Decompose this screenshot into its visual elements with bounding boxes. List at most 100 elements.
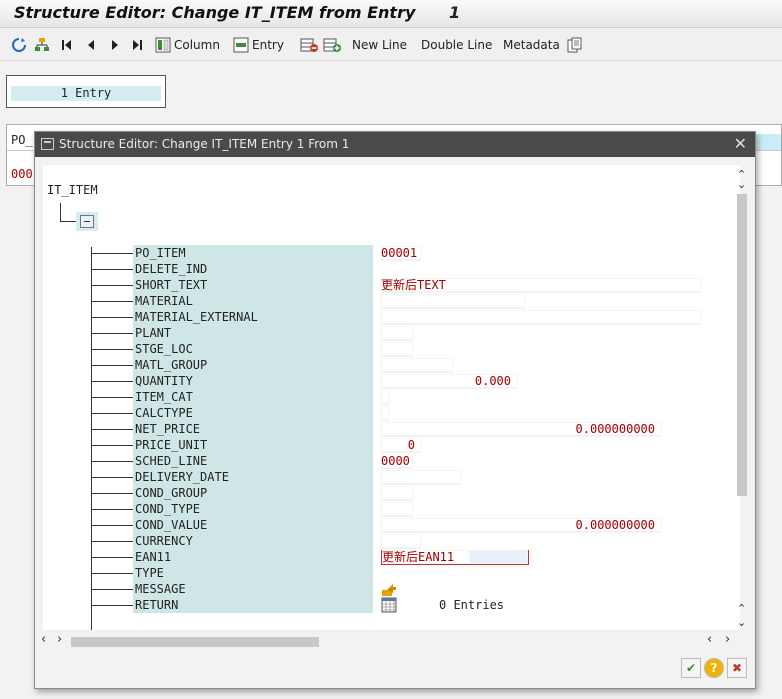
field-name: MESSAGE bbox=[133, 581, 373, 597]
field-value-input[interactable] bbox=[381, 294, 525, 309]
hierarchy-icon[interactable] bbox=[34, 35, 50, 55]
tree-content: IT_ITEM PO_ITEM 00001 DELETE_IND SHORT_TEXT… bbox=[43, 165, 740, 630]
scroll-up-icon[interactable]: ⌃ bbox=[737, 602, 746, 615]
cancel-icon[interactable]: ✖ bbox=[727, 658, 747, 678]
tree-connector bbox=[91, 525, 133, 526]
horizontal-scroll-thumb[interactable] bbox=[71, 637, 319, 647]
copy-icon[interactable] bbox=[567, 35, 583, 55]
field-value-input[interactable] bbox=[381, 486, 413, 501]
field-value-input[interactable] bbox=[381, 390, 389, 405]
tree-connector bbox=[91, 461, 133, 462]
field-name: CALCTYPE bbox=[133, 405, 373, 421]
field-name: PLANT bbox=[133, 325, 373, 341]
scroll-right-icon[interactable]: › bbox=[57, 632, 62, 647]
field-row: NET_PRICE 0.000000000 bbox=[43, 421, 740, 437]
structure-editor-dialog: Structure Editor: Change IT_ITEM Entry 1… bbox=[34, 131, 756, 689]
field-name: DELIVERY_DATE bbox=[133, 469, 373, 485]
tree-connector bbox=[91, 493, 133, 494]
scroll-down-icon[interactable]: ⌄ bbox=[737, 616, 746, 629]
scroll-thumb[interactable] bbox=[737, 194, 747, 496]
scroll-right-icon[interactable]: › bbox=[725, 632, 730, 647]
return-entries: 0 Entries bbox=[439, 598, 505, 612]
tree-connector bbox=[91, 589, 133, 590]
field-value-input[interactable]: 0 bbox=[381, 438, 421, 453]
field-row: COND_GROUP bbox=[43, 485, 740, 501]
double-line-button[interactable]: Double Line bbox=[421, 35, 492, 55]
field-value-input[interactable]: 00001 bbox=[381, 246, 421, 261]
field-value-input[interactable]: 0.000000000 bbox=[381, 422, 661, 437]
entry-count-field: 1 Entry bbox=[11, 86, 161, 101]
field-row: PLANT bbox=[43, 325, 740, 341]
close-icon[interactable]: ✕ bbox=[734, 134, 747, 153]
tree-connector bbox=[91, 541, 133, 542]
add-row-icon[interactable] bbox=[323, 35, 341, 55]
field-value-input[interactable]: 0000 bbox=[381, 454, 413, 469]
field-value-input[interactable] bbox=[381, 326, 413, 341]
field-value-input[interactable] bbox=[381, 406, 389, 421]
field-row: MESSAGE bbox=[43, 581, 740, 597]
field-name: NET_PRICE bbox=[133, 421, 373, 437]
dialog-buttons: ✔ ? ✖ bbox=[681, 658, 747, 678]
table-icon[interactable] bbox=[381, 597, 397, 616]
last-icon[interactable] bbox=[130, 35, 144, 55]
field-name: SHORT_TEXT bbox=[133, 277, 373, 293]
field-row: SCHED_LINE 0000 bbox=[43, 453, 740, 469]
scroll-left-icon[interactable]: ‹ bbox=[41, 632, 46, 647]
tree-connector bbox=[91, 509, 133, 510]
field-value-input[interactable]: 更新后TEXT bbox=[381, 278, 701, 293]
field-row: DELIVERY_DATE bbox=[43, 469, 740, 485]
scroll-down-icon[interactable]: ⌄ bbox=[737, 178, 746, 191]
tree-connector bbox=[60, 203, 61, 221]
field-row: TYPE bbox=[43, 565, 740, 581]
help-icon[interactable]: ? bbox=[704, 658, 724, 678]
field-row: COND_VALUE 0.000000000 bbox=[43, 517, 740, 533]
field-row: MATERIAL_EXTERNAL bbox=[43, 309, 740, 325]
field-value-input[interactable] bbox=[381, 310, 701, 325]
field-row: CALCTYPE bbox=[43, 405, 740, 421]
table-cell: 000 bbox=[11, 167, 33, 181]
field-value-input[interactable] bbox=[381, 470, 461, 485]
tree-connector bbox=[91, 397, 133, 398]
delete-row-icon[interactable] bbox=[300, 35, 318, 55]
field-name: STGE_LOC bbox=[133, 341, 373, 357]
dialog-title-bar[interactable]: Structure Editor: Change IT_ITEM Entry 1… bbox=[35, 132, 755, 157]
metadata-button[interactable]: Metadata bbox=[503, 35, 560, 55]
field-value-input[interactable] bbox=[381, 358, 453, 373]
new-line-button[interactable]: New Line bbox=[352, 35, 407, 55]
field-value-input[interactable] bbox=[381, 534, 421, 549]
column-label: Column bbox=[174, 38, 220, 52]
tree-connector bbox=[91, 349, 133, 350]
field-name: COND_GROUP bbox=[133, 485, 373, 501]
folder-icon[interactable] bbox=[80, 215, 94, 228]
field-name: PO_ITEM bbox=[133, 245, 373, 261]
field-row: RETURN 0 Entries bbox=[43, 597, 740, 613]
field-name: TYPE bbox=[133, 565, 373, 581]
first-icon[interactable] bbox=[60, 35, 74, 55]
field-value-input[interactable] bbox=[381, 502, 413, 517]
field-value-input[interactable]: 0.000000000 bbox=[381, 518, 661, 533]
scroll-left-icon[interactable]: ‹ bbox=[707, 632, 712, 647]
tree-connector bbox=[91, 605, 133, 606]
field-row: ITEM_CAT bbox=[43, 389, 740, 405]
entry-button[interactable]: Entry bbox=[233, 35, 284, 55]
field-row: MATERIAL bbox=[43, 293, 740, 309]
previous-icon[interactable] bbox=[84, 35, 98, 55]
field-value-input[interactable] bbox=[381, 342, 413, 357]
field-row: COND_TYPE bbox=[43, 501, 740, 517]
next-icon[interactable] bbox=[108, 35, 122, 55]
vertical-scrollbar[interactable]: ⌃ ⌄ ⌃ ⌄ bbox=[735, 168, 749, 632]
field-name: MATERIAL bbox=[133, 293, 373, 309]
field-name: PRICE_UNIT bbox=[133, 437, 373, 453]
column-button[interactable]: Column bbox=[155, 35, 220, 55]
field-value-input[interactable]: 0.000 bbox=[381, 374, 517, 389]
window-title: Structure Editor: Change IT_ITEM from En… bbox=[14, 3, 416, 22]
tree-connector bbox=[91, 317, 133, 318]
field-row: SHORT_TEXT 更新后TEXT bbox=[43, 277, 740, 293]
field-row: CURRENCY bbox=[43, 533, 740, 549]
column-header: PO_ bbox=[11, 133, 33, 147]
refresh-icon[interactable] bbox=[11, 35, 27, 55]
field-row: QUANTITY 0.000 bbox=[43, 373, 740, 389]
entry-label: Entry bbox=[252, 38, 284, 52]
confirm-icon[interactable]: ✔ bbox=[681, 658, 701, 678]
field-value-input[interactable]: 更新后EAN11 bbox=[381, 550, 529, 565]
